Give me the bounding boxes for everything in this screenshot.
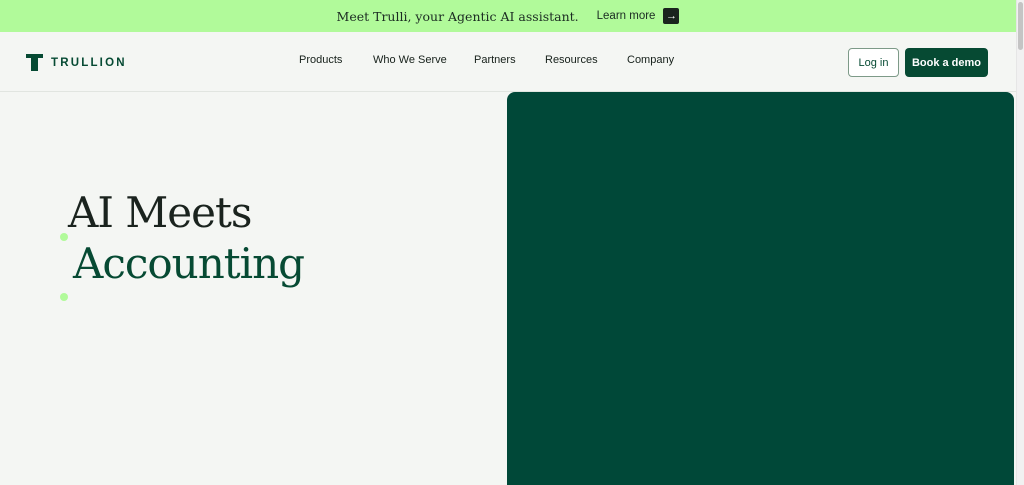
trullion-logo[interactable]: TRULLION: [26, 54, 127, 71]
trullion-logo-mark: [26, 54, 43, 71]
scrollbar-thumb[interactable]: [1018, 2, 1023, 50]
accent-dot-top: [60, 233, 68, 241]
hero-title-line2: Accounting: [73, 239, 305, 288]
login-button[interactable]: Log in: [848, 48, 899, 77]
nav-item-who-we-serve[interactable]: Who We Serve: [373, 54, 447, 66]
book-demo-button[interactable]: Book a demo: [905, 48, 988, 77]
hero-section: AI Meets Accounting: [0, 92, 1016, 485]
arrow-right-icon[interactable]: →: [663, 8, 680, 24]
announcement-message: Meet Trulli, your Agentic AI assistant.: [336, 8, 579, 24]
nav-item-resources[interactable]: Resources: [545, 54, 598, 66]
announcement-bar: Meet Trulli, your Agentic AI assistant. …: [0, 0, 1016, 32]
nav-item-company[interactable]: Company: [627, 54, 674, 66]
brand-name: TRULLION: [51, 56, 127, 69]
accent-dot-bottom: [60, 293, 68, 301]
nav-item-partners[interactable]: Partners: [474, 54, 516, 66]
site-header: TRULLION Products Who We Serve Partners …: [0, 32, 1016, 92]
hero-title-line1: AI Meets: [68, 188, 252, 237]
hero-media-panel: [507, 92, 1014, 485]
page-scrollbar[interactable]: [1016, 0, 1024, 485]
nav-item-products[interactable]: Products: [299, 54, 342, 66]
learn-more-link[interactable]: Learn more: [597, 10, 656, 22]
